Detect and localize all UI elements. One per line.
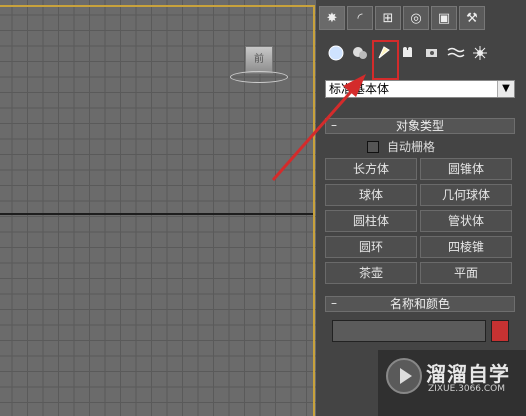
object-name-field[interactable] [332, 320, 486, 342]
autogrid-label: 自动栅格 [387, 140, 436, 154]
helpers-icon[interactable] [421, 42, 442, 64]
play-icon [400, 368, 412, 384]
highlight-box [372, 40, 399, 80]
dropdown-selected-value: 标准基本体 [329, 82, 390, 96]
horizon-line [0, 213, 314, 215]
geosphere-button[interactable]: 几何球体 [420, 184, 512, 206]
view-cube-ring[interactable] [230, 71, 288, 83]
utilities-tab-icon[interactable]: ⚒ [459, 6, 485, 30]
torus-button[interactable]: 圆环 [325, 236, 417, 258]
watermark-logo [386, 358, 422, 394]
spacewarps-icon[interactable] [445, 42, 466, 64]
display-tab-icon[interactable]: ▣ [431, 6, 457, 30]
watermark-url: ZIXUE.3066.COM [428, 384, 506, 394]
name-color-rollout-header[interactable]: – 名称和颜色 [325, 296, 515, 312]
chevron-down-icon[interactable]: ▼ [497, 81, 514, 97]
teapot-button[interactable]: 茶壶 [325, 262, 417, 284]
modify-tab-icon[interactable]: ◜ [347, 6, 373, 30]
rollout-title: 名称和颜色 [389, 297, 450, 311]
create-tab-icon[interactable]: ✸ [319, 6, 345, 30]
watermark-title: 溜溜自学 [426, 362, 510, 386]
object-color-swatch[interactable] [491, 320, 509, 342]
create-category-row [325, 42, 490, 64]
command-panel-tabs: ✸ ◜ ⊞ ◎ ▣ ⚒ [319, 6, 487, 32]
autogrid-checkbox[interactable] [367, 140, 379, 153]
view-cube-face[interactable]: 前 [245, 46, 273, 74]
hierarchy-tab-icon[interactable]: ⊞ [375, 6, 401, 30]
cameras-icon[interactable] [397, 42, 418, 64]
systems-icon[interactable] [469, 42, 490, 64]
perspective-viewport[interactable]: 前 [0, 0, 316, 416]
object-type-rollout-header[interactable]: – 对象类型 [325, 118, 515, 134]
autogrid-option[interactable]: 自动栅格 [367, 138, 435, 155]
plane-button[interactable]: 平面 [420, 262, 512, 284]
cylinder-button[interactable]: 圆柱体 [325, 210, 417, 232]
cone-button[interactable]: 圆锥体 [420, 158, 512, 180]
sphere-button[interactable]: 球体 [325, 184, 417, 206]
pyramid-button[interactable]: 四棱锥 [420, 236, 512, 258]
motion-tab-icon[interactable]: ◎ [403, 6, 429, 30]
tube-button[interactable]: 管状体 [420, 210, 512, 232]
object-category-dropdown[interactable]: 标准基本体 ▼ [325, 80, 515, 98]
view-cube[interactable]: 前 [230, 46, 288, 83]
collapse-icon[interactable]: – [331, 296, 337, 310]
collapse-icon[interactable]: – [331, 118, 337, 132]
rollout-title: 对象类型 [395, 119, 444, 133]
box-button[interactable]: 长方体 [325, 158, 417, 180]
watermark: 溜溜自学 ZIXUE.3066.COM [378, 350, 526, 416]
geometry-icon[interactable] [325, 42, 346, 64]
shapes-icon[interactable] [349, 42, 370, 64]
